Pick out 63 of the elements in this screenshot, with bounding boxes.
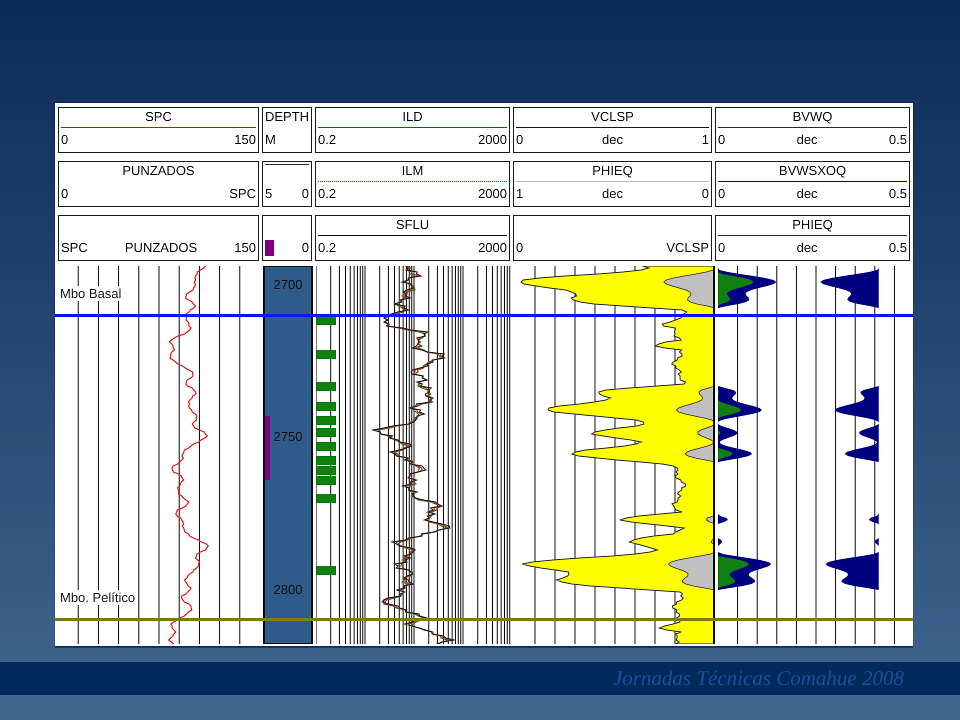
scale-label: 0 [61,131,68,149]
scale-label: 0.5 [888,185,907,203]
curve-name: ILM [400,162,424,179]
scale-label: 0.5 [888,131,907,149]
flag-bar [316,402,336,411]
scale-label: 0.5 [888,239,907,257]
curve-name: BVWQ [792,108,834,125]
scale-label: 0.2 [318,131,336,149]
scale-label: 1 [516,185,524,203]
curve-name: SFLU [394,216,430,233]
footer-title: Jornadas Técnicas Comahue 2008 [612,666,904,691]
formation-top-label: Mbo Basal [58,286,124,301]
scale-label: 0.2 [318,239,336,257]
scale-label: dec [796,131,818,149]
scale-label: 150 [234,239,256,257]
scale-label: 0 [302,185,309,203]
curve-name: PUNZADOS [121,162,196,179]
scale-label: 0 [702,185,709,203]
scale-label: 0.2 [318,185,336,203]
scale-label: VCLSP [666,239,709,257]
scale-label: dec [796,185,818,203]
scale-label: 5 [264,185,272,203]
depth-label: 2700 [274,277,302,292]
scale-label: dec [602,185,623,203]
depth-label: 2800 [274,582,302,597]
scale-label: 0 [718,131,726,149]
scale-label: 1 [702,131,709,149]
scale-label: 2000 [478,239,507,257]
flag-bar [316,382,336,391]
flag-bar [316,442,336,451]
scale-label: 0 [516,131,524,149]
flag-bar [316,494,336,503]
curve-name: VCLSP [590,108,635,125]
depth-label: 2750 [274,429,302,444]
flag-bar [316,456,336,465]
curve-name: PHIEQ [591,162,634,179]
scale-label: 2000 [478,131,507,149]
curve-name: SPC [144,108,173,125]
scale-label: 0 [718,239,726,257]
scale-label: M [264,131,276,149]
curve-name: DEPTH [264,108,309,125]
scale-label: PUNZADOS [124,239,198,257]
flag-bar [316,416,336,425]
scale-label: SPC [229,185,256,203]
scale-label: 0 [516,239,524,257]
scale-label: 0 [61,185,68,203]
scale-label: dec [602,131,623,149]
scale-label: 2000 [478,185,507,203]
scale-label: 150 [234,131,256,149]
perforation-interval [265,416,270,480]
flag-bar [316,350,336,359]
curve-name: BVWSXOQ [778,162,848,179]
curve-name: PHIEQ [791,216,834,233]
formation-top-label: Mbo. Pelítico [58,590,138,605]
scale-label: dec [796,239,818,257]
scale-label: 0 [718,185,726,203]
flag-bar [316,428,336,437]
scale-label: SPC [61,239,88,257]
scale-label: 0 [302,239,309,257]
flag-bar [316,566,336,575]
flag-bar [316,476,336,485]
curve-name: ILD [401,108,424,125]
flag-bar [316,466,336,475]
